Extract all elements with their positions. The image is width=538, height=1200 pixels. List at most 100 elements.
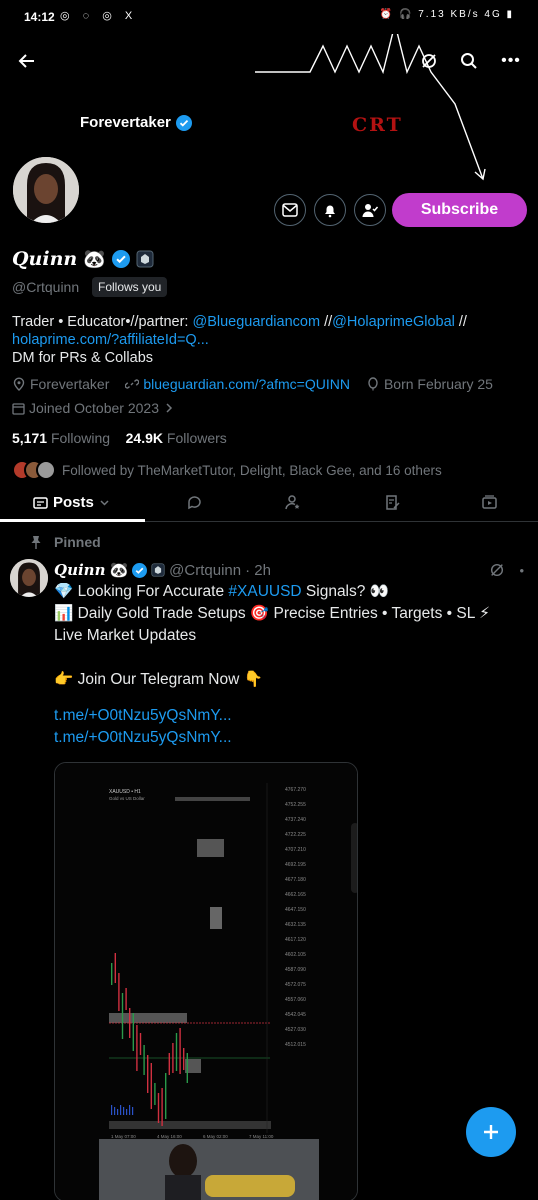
birthday-text: Born February 25 bbox=[383, 376, 493, 392]
chart-zone bbox=[109, 1121, 271, 1129]
verified-badge-icon bbox=[132, 562, 148, 578]
price-axis-label: 4752.255 bbox=[285, 802, 306, 808]
scroll-handle[interactable] bbox=[351, 823, 358, 893]
tweet-line1-b: Signals? 👀 bbox=[301, 583, 389, 600]
chevron-right-icon bbox=[166, 403, 173, 413]
avatar-image bbox=[13, 157, 79, 223]
tweet-avatar[interactable] bbox=[10, 559, 48, 597]
tweet-line1-a: 💎 Looking For Accurate bbox=[54, 583, 229, 600]
price-axis-label: 4707.210 bbox=[285, 847, 306, 853]
tweet-line3: Live Market Updates bbox=[54, 627, 197, 644]
chart-zone bbox=[197, 839, 224, 857]
price-axis-label: 4692.195 bbox=[285, 862, 306, 868]
location-pin-icon bbox=[13, 377, 25, 391]
profile-handle: @Crtquinn bbox=[12, 279, 80, 295]
chart-zone bbox=[175, 797, 250, 801]
message-button[interactable] bbox=[274, 194, 306, 226]
candle bbox=[179, 1028, 181, 1074]
tab-posts[interactable]: Posts bbox=[33, 494, 110, 511]
volume-bar bbox=[123, 1107, 125, 1115]
candle bbox=[147, 1055, 149, 1093]
back-button[interactable] bbox=[10, 44, 44, 78]
price-axis-label: 4572.075 bbox=[285, 982, 306, 988]
video-person-shape bbox=[169, 1144, 197, 1178]
following-label: Following bbox=[50, 430, 111, 446]
candle bbox=[111, 963, 113, 985]
follows-you-badge: Follows you bbox=[92, 277, 168, 297]
price-axis-label: 4542.045 bbox=[285, 1012, 306, 1018]
tweet-time: · 2h bbox=[245, 561, 271, 579]
bio-mention-holaprime[interactable]: @HolaprimeGlobal bbox=[332, 314, 455, 330]
price-axis-label: 4557.060 bbox=[285, 997, 306, 1003]
status-time: 14:12 bbox=[24, 10, 55, 24]
back-arrow-icon bbox=[18, 54, 34, 68]
profile-avatar[interactable] bbox=[10, 154, 82, 226]
verified-badge-icon bbox=[175, 114, 192, 131]
tweet-line2: 📊 Daily Gold Trade Setups 🎯 Precise Entr… bbox=[54, 605, 490, 622]
hashtag-link[interactable]: #XAUUSD bbox=[228, 583, 301, 600]
panda-emoji-icon: 🐼 bbox=[83, 248, 106, 270]
tab-highlights[interactable] bbox=[284, 494, 301, 511]
tab-articles[interactable] bbox=[384, 494, 401, 511]
balloon-icon bbox=[368, 377, 378, 391]
following-link[interactable]: 5,171 Following bbox=[12, 430, 110, 446]
candle bbox=[114, 953, 116, 983]
tweet-author-name[interactable]: Quinn bbox=[54, 561, 105, 579]
chart-symbol: XAUUSD • H1 bbox=[109, 789, 141, 795]
followers-link[interactable]: 24.9K Followers bbox=[126, 430, 227, 446]
bio-line-2: DM for PRs & Collabs bbox=[12, 350, 154, 366]
website-link[interactable]: blueguardian.com/?afmc=QUINN bbox=[143, 376, 350, 392]
following-button[interactable] bbox=[354, 194, 386, 226]
volume-bar bbox=[114, 1107, 116, 1115]
joined-text: Joined October 2023 bbox=[29, 400, 159, 416]
banner-display-name: Forevertaker bbox=[80, 114, 192, 131]
bio-separator: // bbox=[320, 314, 333, 330]
chart-zone bbox=[109, 1013, 187, 1023]
link-icon bbox=[125, 379, 140, 389]
bio-link[interactable]: holaprime.com/?affiliateId=Q... bbox=[12, 332, 209, 348]
price-axis-label: 4647.150 bbox=[285, 907, 306, 913]
subscribe-button[interactable]: Subscribe bbox=[392, 193, 527, 227]
profile-tabs: Posts bbox=[0, 486, 538, 522]
notification-icons: ◎ ◌ ◎ X bbox=[60, 10, 138, 22]
candle bbox=[165, 1073, 167, 1119]
time-axis-label: 7 May 11:00 bbox=[249, 1134, 274, 1139]
candle bbox=[132, 1013, 134, 1051]
time-axis-label: 6 May 02:00 bbox=[203, 1134, 228, 1139]
tab-media[interactable] bbox=[481, 494, 498, 511]
tab-replies[interactable] bbox=[186, 494, 203, 511]
grok-icon[interactable] bbox=[489, 562, 505, 578]
notifications-button[interactable] bbox=[314, 194, 346, 226]
bio-mention-blueguardian[interactable]: @Blueguardiancom bbox=[192, 314, 320, 330]
price-axis-label: 4722.225 bbox=[285, 832, 306, 838]
profile-banner: ••• Forevertaker CRT bbox=[0, 34, 538, 184]
candle bbox=[157, 1093, 160, 1123]
followed-by-row[interactable]: Followed by TheMarketTutor, Delight, Bla… bbox=[12, 460, 442, 480]
pinned-indicator: Pinned bbox=[30, 534, 101, 550]
price-axis-label: 4677.180 bbox=[285, 877, 306, 883]
compose-post-button[interactable] bbox=[466, 1107, 516, 1157]
person-check-icon bbox=[362, 204, 378, 217]
panda-emoji-icon: 🐼 bbox=[109, 562, 129, 579]
telegram-link-2[interactable]: t.me/+O0tNzu5yQsNmY... bbox=[54, 727, 524, 749]
price-axis-label: 4767.270 bbox=[285, 787, 306, 793]
followers-count: 24.9K bbox=[125, 430, 163, 446]
search-icon bbox=[461, 53, 477, 69]
pin-icon bbox=[31, 536, 41, 549]
more-options-button[interactable]: ••• bbox=[494, 44, 528, 78]
search-button[interactable] bbox=[452, 44, 486, 78]
joined-row[interactable]: Joined October 2023 bbox=[12, 400, 175, 416]
banner-crt-logo: CRT bbox=[352, 114, 403, 136]
bio-separator-2: // bbox=[454, 314, 467, 330]
profile-bio: Trader • Educator•//partner: @Blueguardi… bbox=[12, 313, 532, 367]
volume-bar bbox=[132, 1107, 134, 1115]
media-icon bbox=[482, 495, 497, 509]
tweet-media[interactable]: XAUUSD • H1 Gold vs US Dollar 4767.270 47… bbox=[54, 762, 358, 1200]
telegram-link-1[interactable]: t.me/+O0tNzu5yQsNmY... bbox=[54, 705, 524, 727]
volume-bar bbox=[126, 1109, 128, 1115]
grok-button[interactable] bbox=[412, 44, 446, 78]
trading-chart-image: XAUUSD • H1 Gold vs US Dollar 4767.270 47… bbox=[55, 763, 358, 1200]
verified-badge-icon bbox=[111, 250, 130, 268]
tweet-line4: 👉 Join Our Telegram Now 👇 bbox=[54, 671, 263, 688]
tweet-more-icon[interactable]: • bbox=[519, 563, 524, 578]
